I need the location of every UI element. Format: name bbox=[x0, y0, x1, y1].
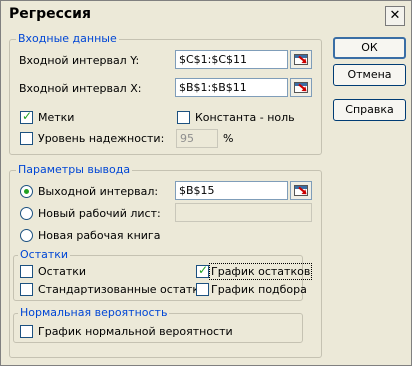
new-book-radio[interactable] bbox=[20, 229, 33, 242]
const-zero-checkbox[interactable] bbox=[177, 111, 190, 124]
confidence-unit: % bbox=[223, 132, 234, 145]
labels-checkbox-label: Метки bbox=[38, 111, 75, 124]
confidence-level-field[interactable]: 95 bbox=[176, 129, 218, 148]
help-button[interactable]: Справка bbox=[333, 99, 406, 121]
output-range-radio[interactable] bbox=[20, 185, 33, 198]
regression-dialog: Регрессия ✕ Входные данные Входной интер… bbox=[0, 0, 412, 366]
cancel-button[interactable]: Отмена bbox=[333, 64, 406, 86]
output-range-collapse-button[interactable] bbox=[290, 181, 312, 200]
residuals-checkbox[interactable] bbox=[20, 265, 33, 278]
input-y-field[interactable]: $C$1:$C$11 bbox=[175, 50, 288, 69]
residuals-legend: Остатки bbox=[18, 248, 71, 261]
dialog-title: Регрессия bbox=[9, 6, 91, 22]
labels-checkbox[interactable] bbox=[20, 109, 33, 124]
new-sheet-label: Новый рабочий лист: bbox=[38, 207, 161, 220]
residual-plot-label: График остатков bbox=[208, 263, 313, 280]
title-bar: Регрессия ✕ bbox=[1, 1, 411, 31]
normal-plot-label: График нормальной вероятности bbox=[38, 325, 233, 338]
input-x-label: Входной интервал X: bbox=[19, 82, 142, 95]
close-icon[interactable]: ✕ bbox=[385, 6, 405, 26]
input-data-legend: Входные данные bbox=[16, 32, 119, 45]
input-y-label: Входной интервал Y: bbox=[19, 54, 140, 67]
std-residuals-checkbox[interactable] bbox=[20, 283, 33, 296]
ok-button[interactable]: ОК bbox=[333, 37, 406, 59]
output-options-legend: Параметры вывода bbox=[16, 163, 133, 176]
input-y-collapse-button[interactable] bbox=[290, 50, 312, 69]
normal-plot-checkbox[interactable] bbox=[20, 325, 33, 338]
residual-plot-checkbox[interactable] bbox=[196, 263, 209, 278]
input-x-collapse-button[interactable] bbox=[290, 78, 312, 97]
fit-plot-label: График подбора bbox=[211, 283, 307, 296]
output-range-field[interactable]: $B$15 bbox=[175, 181, 288, 200]
fit-plot-checkbox[interactable] bbox=[196, 283, 209, 296]
normal-probability-legend: Нормальная вероятность bbox=[18, 306, 170, 319]
output-range-label: Выходной интервал: bbox=[38, 185, 159, 198]
new-book-label: Новая рабочая книга bbox=[38, 229, 161, 242]
confidence-label: Уровень надежности: bbox=[38, 132, 165, 145]
residuals-label: Остатки bbox=[38, 265, 87, 278]
new-sheet-field[interactable] bbox=[175, 203, 312, 222]
input-x-field[interactable]: $B$1:$B$11 bbox=[175, 78, 288, 97]
std-residuals-label: Стандартизованные остатки bbox=[38, 283, 207, 296]
confidence-checkbox[interactable] bbox=[20, 132, 33, 145]
new-sheet-radio[interactable] bbox=[20, 207, 33, 220]
const-zero-label: Константа - ноль bbox=[195, 111, 295, 124]
